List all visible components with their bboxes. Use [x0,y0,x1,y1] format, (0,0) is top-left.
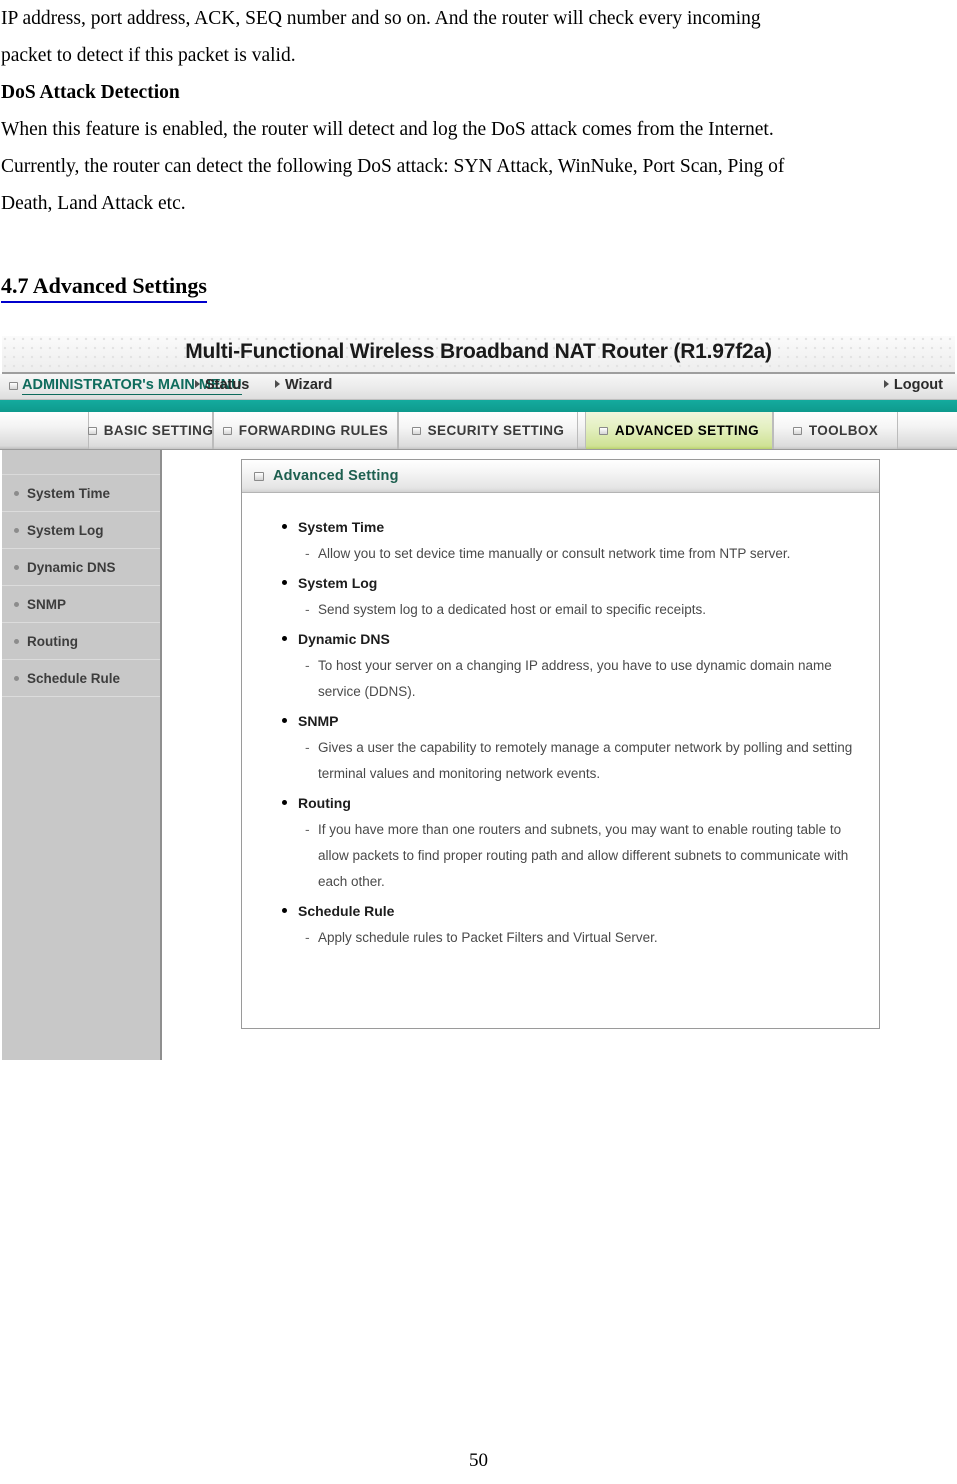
router-main-menu-bar: ADMINISTRATOR's MAIN MENU Status Wizard … [0,374,957,400]
feature-item: Schedule Rule Apply schedule rules to Pa… [280,897,879,951]
paragraph-line: Death, Land Attack etc. [1,193,186,214]
sidebar-item-label: Routing [27,633,78,649]
tab-basic-setting-label: BASIC SETTING [103,423,214,438]
menu-item-logout[interactable]: Logout [883,377,943,393]
feature-name: Routing [280,789,879,817]
subheading-dos-attack-detection: DoS Attack Detection [1,82,180,103]
router-sidebar: System Time System Log Dynamic DNS SNMP … [2,450,162,1060]
tab-advanced-setting-label: ADVANCED SETTING [614,423,760,438]
bullet-dot-icon [14,675,19,681]
tab-forwarding-rules[interactable]: FORWARDING RULES [213,412,398,449]
sidebar-item-dynamic-dns[interactable]: Dynamic DNS [2,549,160,586]
feature-description: Send system log to a dedicated host or e… [280,596,873,623]
feature-item: System Log Send system log to a dedicate… [280,569,879,623]
sidebar-item-system-log[interactable]: System Log [2,512,160,549]
feature-name: Dynamic DNS [280,625,879,653]
bullet-dot-icon [14,490,19,496]
feature-description: Gives a user the capability to remotely … [280,734,873,787]
tab-square-icon [87,426,97,435]
panel-header: Advanced Setting [242,460,879,493]
tab-toolbox-label: TOOLBOX [808,423,879,438]
chevron-right-icon [275,380,280,388]
bullet-dot-icon [14,527,19,533]
menu-item-wizard[interactable]: Wizard [275,377,332,393]
menu-item-logout-label: Logout [893,377,943,393]
tab-toolbox[interactable]: TOOLBOX [773,412,898,449]
feature-name: SNMP [280,707,879,735]
feature-name: System Log [280,569,879,597]
router-title-bar: Multi-Functional Wireless Broadband NAT … [2,336,955,374]
menu-item-status[interactable]: Status [195,377,249,393]
bullet-dot-icon [14,601,19,607]
sidebar-item-label: Schedule Rule [27,670,121,686]
section-heading: 4.7 Advanced Settings [1,271,207,303]
feature-description: To host your server on a changing IP add… [280,652,873,705]
chevron-right-icon [195,380,200,388]
sidebar-item-system-time[interactable]: System Time [2,475,160,512]
panel-title: Advanced Setting [273,468,399,484]
teal-accent-band [0,400,957,412]
sidebar-item-routing[interactable]: Routing [2,623,160,660]
bullet-dot-icon [14,638,19,644]
sidebar-item-label: Dynamic DNS [27,559,116,575]
sidebar-item-label: System Time [27,485,111,501]
tab-forwarding-rules-label: FORWARDING RULES [238,423,389,438]
router-tab-bar: BASIC SETTING FORWARDING RULES SECURITY … [0,412,957,450]
advanced-setting-panel: Advanced Setting System Time Allow you t… [241,459,880,1029]
paragraph-line: When this feature is enabled, the router… [1,119,774,140]
feature-item: Dynamic DNS To host your server on a cha… [280,625,879,705]
tab-square-icon [792,426,802,435]
tab-square-icon [598,426,608,435]
bullet-dot-icon [14,564,19,570]
panel-body: System Time Allow you to set device time… [242,493,879,951]
panel-square-icon [254,471,264,481]
tab-security-setting-label: SECURITY SETTING [427,423,565,438]
paragraph-line: IP address, port address, ACK, SEQ numbe… [1,8,761,29]
sidebar-item-label: System Log [27,522,104,538]
menu-item-status-label: Status [205,377,250,393]
menu-item-wizard-label: Wizard [285,377,333,393]
feature-name: Schedule Rule [280,897,879,925]
feature-item: System Time Allow you to set device time… [280,513,879,567]
feature-description: Apply schedule rules to Packet Filters a… [280,924,873,951]
tab-square-icon [411,426,421,435]
router-body-area: System Time System Log Dynamic DNS SNMP … [0,450,957,1076]
feature-description: If you have more than one routers and su… [280,816,873,895]
tab-square-icon [222,426,232,435]
sidebar-top-spacer [2,450,160,475]
sidebar-item-snmp[interactable]: SNMP [2,586,160,623]
feature-name: System Time [280,513,879,541]
document-text-block: IP address, port address, ACK, SEQ numbe… [0,0,957,303]
tab-security-setting[interactable]: SECURITY SETTING [398,412,578,449]
sidebar-item-schedule-rule[interactable]: Schedule Rule [2,660,160,697]
paragraph-line: Currently, the router can detect the fol… [1,156,785,177]
router-admin-screenshot: Multi-Functional Wireless Broadband NAT … [0,336,957,1076]
sidebar-item-label: SNMP [27,596,67,612]
router-product-title: Multi-Functional Wireless Broadband NAT … [185,340,772,363]
tab-advanced-setting[interactable]: ADVANCED SETTING [585,412,773,449]
chevron-right-icon [883,380,889,388]
paragraph-line: packet to detect if this packet is valid… [1,45,296,66]
menu-square-icon [9,382,18,390]
feature-item: SNMP Gives a user the capability to remo… [280,707,879,787]
tab-basic-setting[interactable]: BASIC SETTING [87,412,214,449]
page-number: 50 [469,1450,488,1471]
feature-item: Routing If you have more than one router… [280,789,879,895]
feature-description: Allow you to set device time manually or… [280,540,873,567]
